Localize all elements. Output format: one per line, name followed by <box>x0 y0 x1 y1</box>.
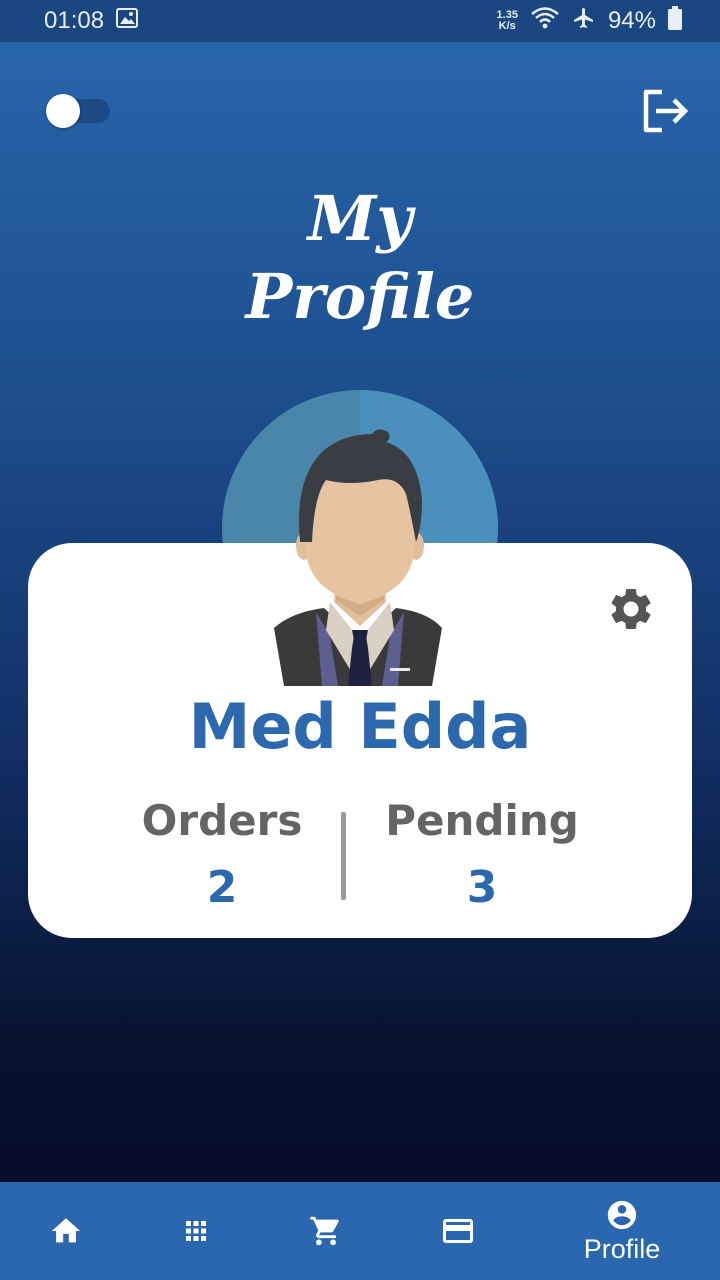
user-name: Med Edda <box>188 690 532 763</box>
logout-icon <box>643 89 689 133</box>
grid-icon <box>186 1221 206 1241</box>
nav-item-payment[interactable] <box>422 1182 494 1280</box>
nav-item-profile[interactable]: Profile <box>566 1182 678 1280</box>
nav-item-categories[interactable] <box>160 1182 232 1280</box>
wifi-icon <box>530 6 560 37</box>
gallery-icon <box>116 7 139 35</box>
orders-count: 2 <box>206 862 238 913</box>
account-circle-icon <box>607 1200 637 1229</box>
theme-toggle[interactable] <box>46 94 110 128</box>
bottom-nav: Profile <box>0 1182 720 1280</box>
toggle-knob <box>46 94 80 128</box>
pending-count: 3 <box>466 862 498 913</box>
stats-divider <box>341 812 346 900</box>
airplane-mode-icon <box>572 6 596 37</box>
page-title: My Profile <box>0 180 720 336</box>
orders-label: Orders <box>141 796 303 845</box>
nav-item-home[interactable] <box>30 1182 102 1280</box>
home-icon <box>51 1218 81 1243</box>
page-title-line2: Profile <box>245 260 475 333</box>
cart-icon <box>310 1216 339 1246</box>
nav-item-cart[interactable] <box>290 1182 362 1280</box>
credit-card-icon <box>443 1219 473 1243</box>
avatar[interactable] <box>222 390 498 686</box>
net-speed: 1.35 K/s <box>497 10 518 32</box>
page-title-line1: My <box>307 182 413 255</box>
pending-label: Pending <box>385 796 579 845</box>
status-bar: 01:08 1.35 K/s 94% <box>0 0 720 42</box>
battery-icon <box>668 5 682 37</box>
status-left: 01:08 <box>44 7 139 35</box>
nav-label-profile: Profile <box>583 1233 661 1264</box>
status-time: 01:08 <box>44 7 105 34</box>
settings-button[interactable] <box>606 584 656 634</box>
battery-percent: 94% <box>607 7 656 34</box>
logout-button[interactable] <box>640 88 690 134</box>
net-speed-unit: K/s <box>498 20 516 32</box>
status-right: 1.35 K/s 94% <box>497 5 682 37</box>
gear-icon <box>611 589 651 629</box>
